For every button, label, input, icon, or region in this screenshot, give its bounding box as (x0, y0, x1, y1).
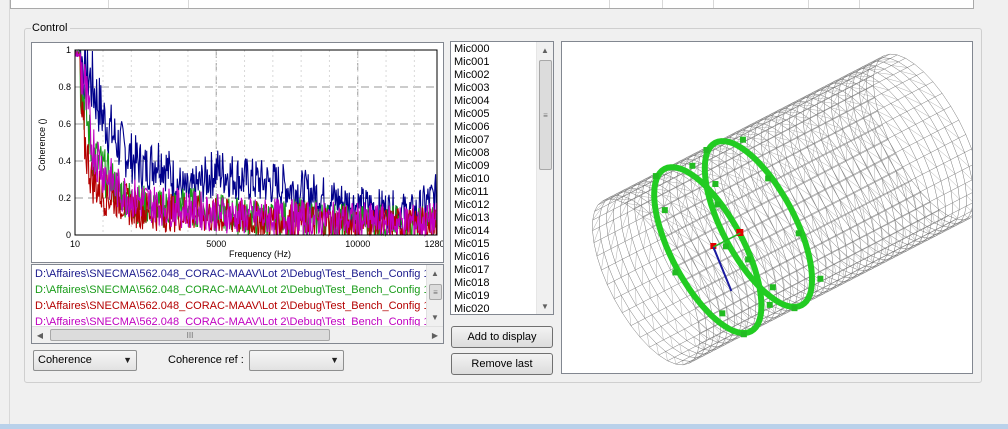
microphone-list-item[interactable]: Mic012 (454, 199, 489, 212)
microphone-list[interactable]: Mic000 Mic001 Mic002 Mic003 Mic004 Mic005 Mic0… (450, 41, 554, 315)
microphone-list-item[interactable]: Mic007 (454, 134, 489, 147)
microphone-marker (740, 331, 747, 338)
microphone-marker (765, 175, 772, 182)
file-list[interactable]: D:\Affaires\SNECMA\562.048_CORAC-MAAV\Lo… (31, 264, 444, 344)
add-to-display-button[interactable]: Add to display (451, 326, 553, 348)
scroll-up-icon[interactable]: ▲ (427, 265, 443, 281)
microphone-marker (661, 207, 668, 214)
y-tick-label: 0.6 (58, 119, 71, 129)
microphone-list-item[interactable]: Mic014 (454, 225, 489, 238)
chart-series (74, 49, 438, 238)
microphone-marker (739, 136, 746, 143)
coherence-chart-svg: 00.20.40.60.811050001000012800 Coherence… (37, 45, 443, 259)
microphone-list-item[interactable]: Mic018 (454, 277, 489, 290)
microphone-list-item[interactable]: Mic006 (454, 121, 489, 134)
file-list-hscroll[interactable]: ◀ III ▶ (32, 326, 443, 343)
microphone-list-item[interactable]: Mic005 (454, 108, 489, 121)
window-left-edge (0, 0, 10, 424)
chevron-down-icon: ▼ (330, 355, 339, 365)
microphone-list-item[interactable]: Mic001 (454, 56, 489, 69)
cylinder-wireframe (592, 53, 981, 366)
type-combo-value: Coherence (38, 354, 92, 366)
microphone-list-item[interactable]: Mic009 (454, 160, 489, 173)
microphone-ring (701, 138, 816, 310)
coherence-ref-label: Coherence ref : (168, 354, 244, 366)
coherence-chart[interactable]: 00.20.40.60.811050001000012800 Coherence… (31, 42, 444, 263)
microphone-list-item[interactable]: Mic016 (454, 251, 489, 264)
microphone-list-item[interactable]: Mic017 (454, 264, 489, 277)
microphone-marker (722, 243, 729, 250)
y-tick-label: 0.8 (58, 82, 71, 92)
y-tick-label: 0.4 (58, 156, 71, 166)
microphone-marker (719, 310, 726, 317)
microphone-marker (652, 173, 659, 180)
microphone-list-item[interactable]: Mic002 (454, 69, 489, 82)
file-list-item[interactable]: D:\Affaires\SNECMA\562.048_CORAC-MAAV\Lo… (35, 282, 433, 298)
microphone-list-item[interactable]: Mic004 (454, 95, 489, 108)
window-bottom-border (0, 424, 1008, 429)
scroll-down-icon[interactable]: ▼ (427, 309, 443, 325)
type-combo[interactable]: Coherence ▼ (33, 350, 137, 371)
microphone-list-vscroll[interactable]: ▲ ≡ ▼ (536, 42, 553, 314)
scroll-left-icon[interactable]: ◀ (32, 327, 48, 343)
microphone-list-item[interactable]: Mic008 (454, 147, 489, 160)
y-tick-label: 1 (66, 45, 71, 55)
data-table-bottom (10, 0, 974, 9)
microphone-list-item[interactable]: Mic011 (454, 186, 489, 199)
microphone-marker (689, 162, 696, 169)
file-list-vscroll[interactable]: ▲ ≡ ▼ (426, 265, 443, 327)
microphone-list-item[interactable]: Mic015 (454, 238, 489, 251)
microphone-marker (766, 301, 773, 308)
microphone-list-item[interactable]: Mic003 (454, 82, 489, 95)
microphone-marker (791, 305, 798, 312)
file-list-hscroll-thumb[interactable]: III (50, 329, 330, 341)
scroll-right-icon[interactable]: ▶ (427, 327, 443, 343)
y-tick-label: 0.2 (58, 193, 71, 203)
scroll-up-icon[interactable]: ▲ (537, 42, 553, 58)
microphone-list-vscroll-thumb[interactable]: ≡ (539, 60, 552, 170)
cylinder-mesh-render (592, 53, 981, 366)
control-group-title: Control (31, 22, 71, 34)
y-axis-label: Coherence () (37, 118, 47, 171)
microphone-list-item[interactable]: Mic013 (454, 212, 489, 225)
x-tick-label: 10 (70, 239, 80, 249)
microphone-marker (672, 269, 679, 276)
microphone-marker (817, 275, 824, 282)
file-list-item[interactable]: D:\Affaires\SNECMA\562.048_CORAC-MAAV\Lo… (35, 266, 433, 282)
microphone-list-item[interactable]: Mic019 (454, 290, 489, 303)
microphone-marker (769, 284, 776, 291)
microphone-list-item[interactable]: Mic000 (454, 43, 489, 56)
microphone-marker (795, 230, 802, 237)
x-tick-label: 12800 (424, 239, 443, 249)
series-line (74, 50, 438, 238)
microphone-marker (712, 181, 719, 188)
file-list-vscroll-thumb[interactable]: ≡ (429, 284, 442, 300)
x-tick-label: 10000 (345, 239, 370, 249)
microphone-marker (714, 201, 721, 208)
microphone-marker (745, 256, 752, 263)
microphone-list-item[interactable]: Mic010 (454, 173, 489, 186)
file-list-item[interactable]: D:\Affaires\SNECMA\562.048_CORAC-MAAV\Lo… (35, 298, 433, 314)
chevron-down-icon: ▼ (123, 355, 132, 365)
x-axis-label: Frequency (Hz) (229, 249, 291, 259)
x-tick-label: 5000 (206, 239, 226, 249)
remove-last-button[interactable]: Remove last (451, 353, 553, 375)
microphone-list-item[interactable]: Mic020 (454, 303, 489, 314)
3d-mesh-view[interactable] (561, 41, 981, 374)
scroll-down-icon[interactable]: ▼ (537, 298, 553, 314)
microphone-marker (703, 146, 710, 153)
coherence-ref-combo[interactable]: ▼ (249, 350, 344, 371)
